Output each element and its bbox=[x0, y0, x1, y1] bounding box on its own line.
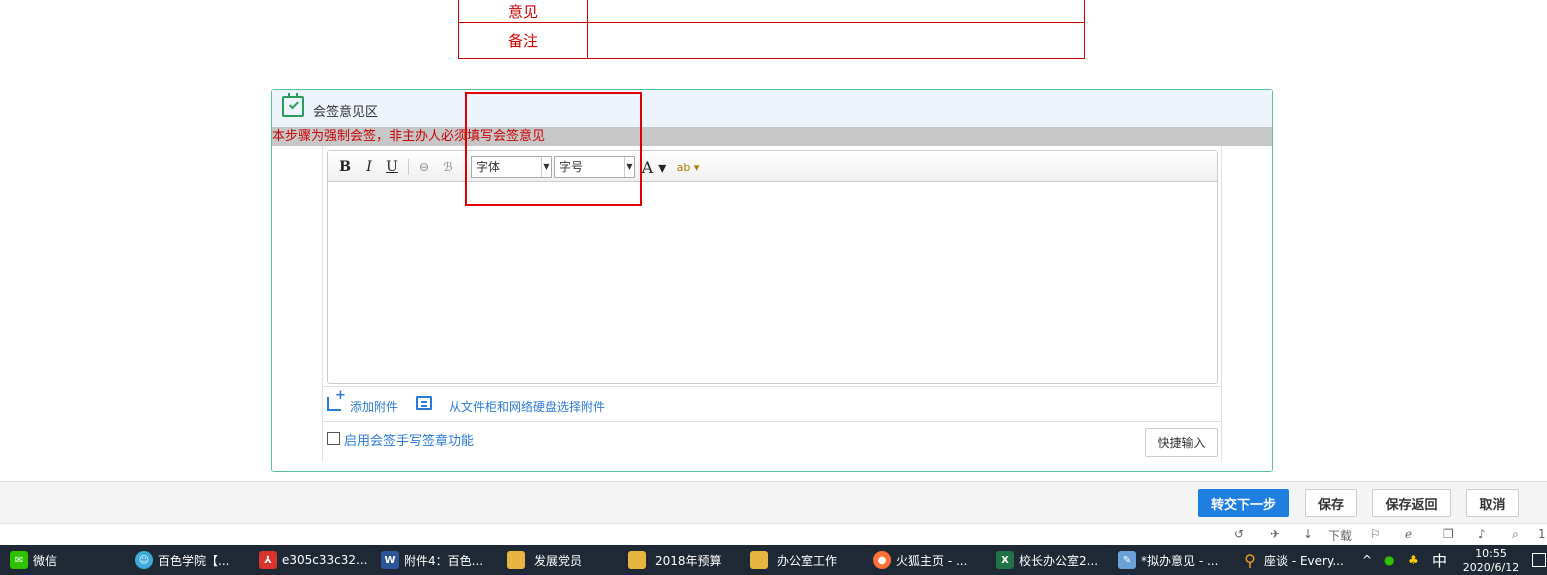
word-icon: W bbox=[381, 551, 399, 569]
ime-indicator[interactable]: 中 bbox=[1432, 545, 1447, 575]
taskbar-item[interactable]: ⚲ 座谈 - Every... bbox=[1241, 545, 1344, 575]
forward-next-step-button[interactable]: 转交下一步 bbox=[1198, 489, 1289, 517]
highlight-annotation-box bbox=[465, 92, 642, 206]
taskbar-item[interactable]: ☺ 百色学院【... bbox=[135, 545, 229, 575]
browser-status-bar: ↺ ✈ ↓ 下载 ⚐ ℯ ❐ ♪ ⌕ 1 bbox=[0, 523, 1547, 545]
folder-icon bbox=[628, 551, 646, 569]
taskbar-item[interactable]: 办公室工作 bbox=[750, 545, 837, 575]
save-and-return-button[interactable]: 保存返回 bbox=[1372, 489, 1451, 517]
search-icon: ⚲ bbox=[1244, 550, 1256, 570]
ie-icon[interactable]: ℯ bbox=[1405, 527, 1412, 541]
wechat-icon: ✉ bbox=[10, 551, 28, 569]
remark-label: 备注 bbox=[459, 23, 588, 58]
zoom-icon[interactable]: ⌕ bbox=[1512, 527, 1519, 542]
taskbar-item-label: *拟办意见 - ... bbox=[1141, 553, 1219, 568]
excel-icon: X bbox=[996, 551, 1014, 569]
opinion-table: 意见 备注 bbox=[458, 0, 1085, 59]
panel-header: 会签意见区 bbox=[272, 90, 1272, 127]
clock-date: 2020/6/12 bbox=[1462, 561, 1520, 574]
highlight-button[interactable]: ab ▾ bbox=[673, 157, 703, 177]
taskbar-item-label: 微信 bbox=[33, 553, 58, 568]
clock-time: 10:55 bbox=[1475, 547, 1507, 560]
tray-wechat-icon[interactable]: ● bbox=[1384, 545, 1394, 575]
taskbar-item-label: 校长办公室2... bbox=[1019, 553, 1099, 568]
taskbar-item-label: e305c33c32... bbox=[282, 553, 368, 567]
select-from-cabinet-link[interactable]: 从文件柜和网络硬盘选择附件 bbox=[449, 398, 605, 415]
taskbar-item[interactable]: ✉ 微信 bbox=[10, 545, 57, 575]
signature-row: 启用会签手写签章功能 快捷输入 bbox=[323, 422, 1221, 462]
taskbar-item[interactable]: 发展党员 bbox=[507, 545, 582, 575]
calendar-check-icon bbox=[282, 93, 304, 117]
download-label[interactable]: 下载 bbox=[1328, 527, 1352, 544]
folder-icon bbox=[507, 551, 525, 569]
taskbar-item-label: 2018年预算 bbox=[655, 553, 722, 568]
taskbar-clock[interactable]: 10:55 2020/6/12 bbox=[1460, 547, 1522, 575]
link-icon[interactable]: ⊖ bbox=[414, 157, 434, 177]
folder-icon bbox=[750, 551, 768, 569]
taskbar-item-label: 火狐主页 - ... bbox=[896, 553, 968, 568]
editor-toolbar: B I U ⊖ ℬ 字体 ▼ 字号 ▼ A ▾ ab ▾ bbox=[328, 151, 1217, 182]
pdf-icon: ⅄ bbox=[259, 551, 277, 569]
notification-icon[interactable] bbox=[1532, 553, 1546, 567]
taskbar-item[interactable]: 2018年预算 bbox=[628, 545, 722, 575]
attachment-row: 添加附件 从文件柜和网络硬盘选择附件 bbox=[323, 386, 1221, 422]
countersign-panel: 会签意见区 本步骤为强制会签，非主办人必须填写会签意见 B I U ⊖ ℬ 字体… bbox=[271, 89, 1273, 472]
pin-icon[interactable]: ✈ bbox=[1270, 527, 1280, 541]
firefox-icon: ● bbox=[873, 551, 891, 569]
taskbar-item[interactable]: X 校长办公室2... bbox=[996, 545, 1098, 575]
browser-icon: ☺ bbox=[135, 551, 153, 569]
italic-button[interactable]: I bbox=[360, 157, 378, 177]
file-cabinet-icon[interactable] bbox=[416, 396, 432, 410]
tray-chevron-up-icon[interactable]: ^ bbox=[1362, 545, 1372, 575]
save-button[interactable]: 保存 bbox=[1305, 489, 1357, 517]
quick-input-button[interactable]: 快捷输入 bbox=[1145, 428, 1218, 457]
opinion-row: 意见 bbox=[459, 0, 1084, 23]
taskbar-item-label: 办公室工作 bbox=[777, 553, 838, 568]
taskbar-item[interactable]: ⅄ e305c33c32... bbox=[259, 545, 367, 575]
history-icon[interactable]: ↺ bbox=[1234, 527, 1244, 541]
flag-icon[interactable]: ⚐ bbox=[1370, 527, 1381, 541]
cancel-button[interactable]: 取消 bbox=[1466, 489, 1519, 517]
opinion-label: 意见 bbox=[459, 0, 588, 22]
bold-button[interactable]: B bbox=[336, 157, 354, 177]
notepad-icon: ✎ bbox=[1118, 551, 1136, 569]
windows-taskbar: ✉ 微信 ☺ 百色学院【... ⅄ e305c33c32... W 附件4：百色… bbox=[0, 545, 1547, 575]
editor-area: B I U ⊖ ℬ 字体 ▼ 字号 ▼ A ▾ ab ▾ + 添加附件 从文件柜… bbox=[322, 146, 1222, 462]
taskbar-item-label: 座谈 - Every... bbox=[1264, 553, 1344, 568]
taskbar-item[interactable]: ✎ *拟办意见 - ... bbox=[1118, 545, 1218, 575]
zoom-level: 1 bbox=[1538, 527, 1546, 541]
underline-button[interactable]: U bbox=[383, 157, 401, 177]
remark-row: 备注 bbox=[459, 23, 1084, 58]
panel-title: 会签意见区 bbox=[313, 105, 379, 120]
taskbar-item[interactable]: W 附件4：百色... bbox=[381, 545, 483, 575]
rich-text-editor[interactable]: B I U ⊖ ℬ 字体 ▼ 字号 ▼ A ▾ ab ▾ bbox=[327, 150, 1218, 384]
font-color-button[interactable]: A ▾ bbox=[641, 157, 667, 177]
mandatory-warning: 本步骤为强制会签，非主办人必须填写会签意见 bbox=[272, 127, 1272, 146]
tray-qq-icon[interactable]: ♣ bbox=[1408, 545, 1419, 575]
action-bar: 转交下一步 保存 保存返回 取消 bbox=[0, 481, 1547, 523]
taskbar-item[interactable]: ● 火狐主页 - ... bbox=[873, 545, 967, 575]
add-attachment-link[interactable]: 添加附件 bbox=[350, 398, 398, 415]
unlink-icon[interactable]: ℬ bbox=[438, 157, 458, 177]
window-icon[interactable]: ❐ bbox=[1443, 527, 1454, 541]
toolbar-divider bbox=[408, 159, 409, 175]
handwritten-signature-checkbox[interactable] bbox=[327, 432, 340, 445]
taskbar-item-label: 百色学院【... bbox=[158, 553, 230, 568]
taskbar-item-label: 附件4：百色... bbox=[404, 553, 484, 568]
download-icon[interactable]: ↓ bbox=[1303, 527, 1313, 541]
add-attachment-icon[interactable] bbox=[327, 388, 346, 411]
taskbar-item-label: 发展党员 bbox=[534, 553, 583, 568]
handwritten-signature-label[interactable]: 启用会签手写签章功能 bbox=[344, 430, 474, 449]
speaker-icon[interactable]: ♪ bbox=[1478, 527, 1486, 541]
